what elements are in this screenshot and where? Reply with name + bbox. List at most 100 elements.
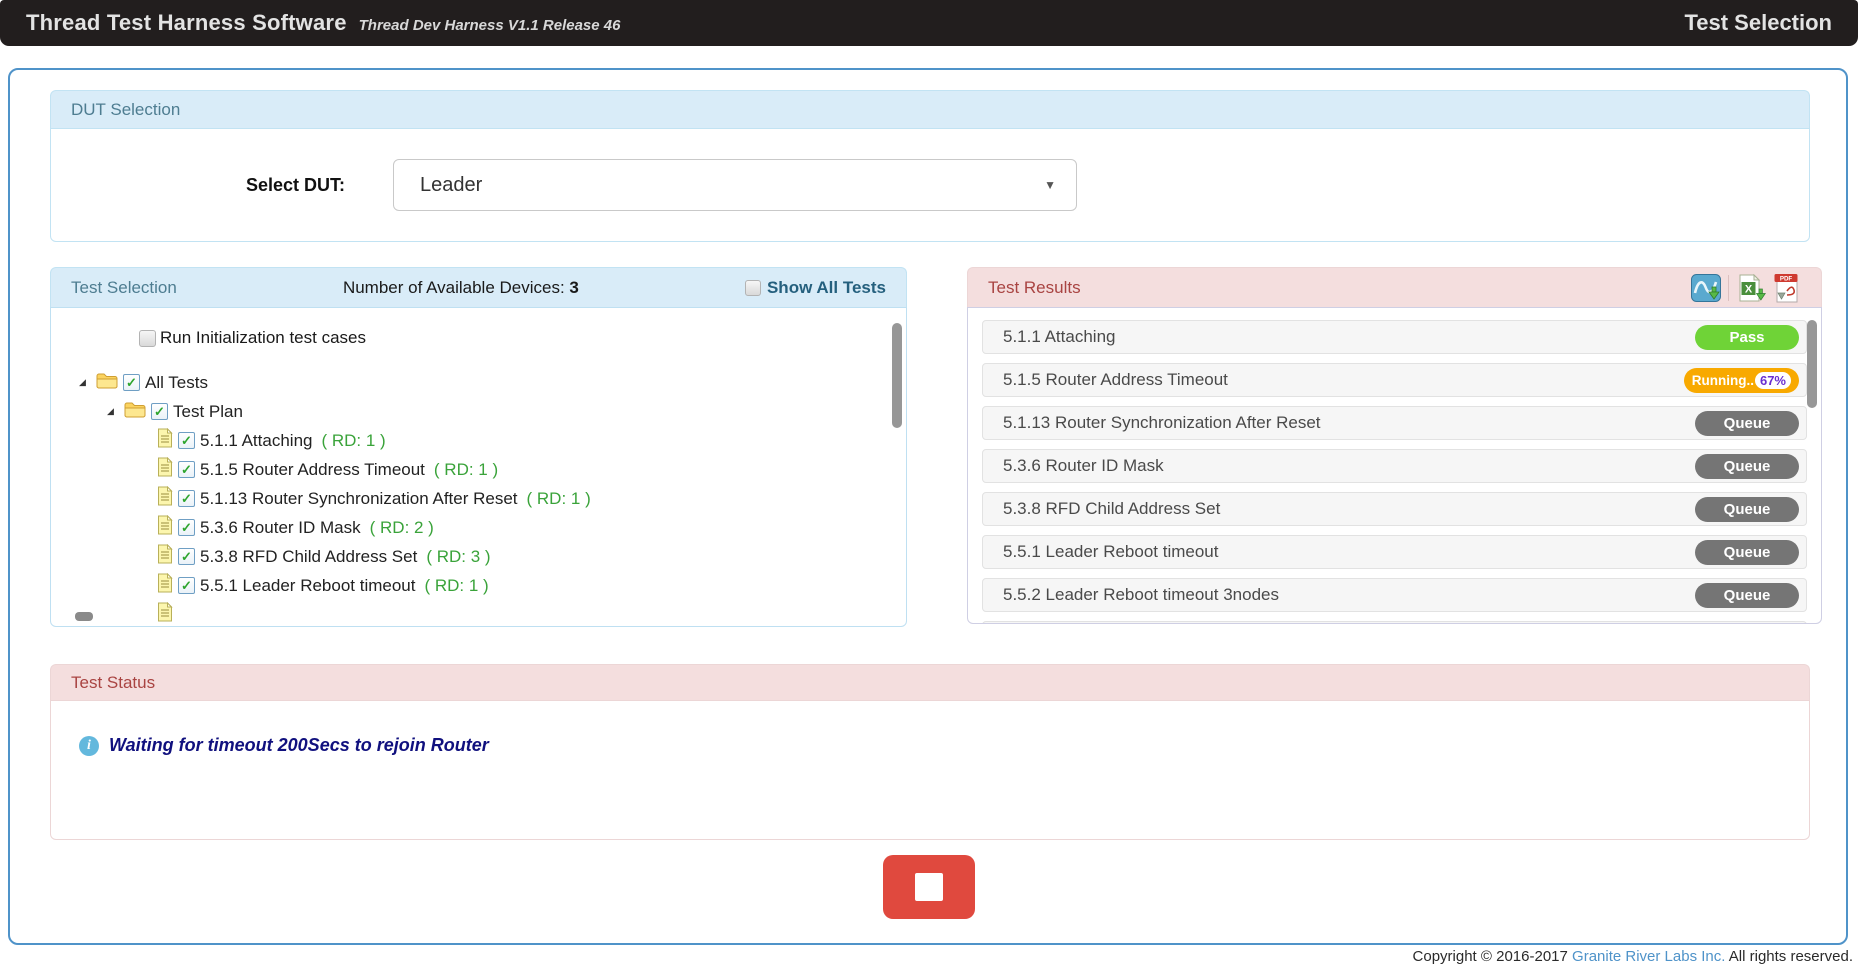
footer-copyright: Copyright © 2016-2017 Granite River Labs… xyxy=(1413,948,1853,965)
status-message-row: i Waiting for timeout 200Secs to rejoin … xyxy=(79,735,1809,756)
test-plan-checkbox[interactable]: ✓ xyxy=(151,403,168,420)
available-devices-label: Number of Available Devices: 3 xyxy=(177,278,745,298)
test-results-body: 5.1.1 Attaching Pass 5.1.5 Router Addres… xyxy=(967,307,1822,624)
select-dut-label: Select DUT: xyxy=(246,175,345,196)
status-badge: Queue xyxy=(1695,454,1799,479)
test-tree: ◢ ✓ All Tests ◢ ✓ Test Plan xyxy=(51,368,906,627)
test-result-row[interactable]: Queue xyxy=(982,621,1807,624)
tree-test-item[interactable]: ✓ 5.5.1 Leader Reboot timeout ( RD: 1 ) xyxy=(51,571,906,600)
excel-export-icon[interactable]: X xyxy=(1736,274,1766,302)
show-all-tests-checkbox[interactable] xyxy=(745,280,761,296)
document-icon xyxy=(157,457,173,482)
status-badge-label: Queue xyxy=(1724,501,1771,518)
status-badge-label: Queue xyxy=(1724,544,1771,561)
run-initialization-row[interactable]: Run Initialization test cases xyxy=(139,328,906,348)
test-rd-count: ( RD: 1 ) xyxy=(424,576,488,596)
status-badge: Pass xyxy=(1695,325,1799,350)
status-badge-label: Queue xyxy=(1724,415,1771,432)
test-result-row[interactable]: 5.1.5 Router Address Timeout Running.. 6… xyxy=(982,363,1807,397)
test-checkbox[interactable]: ✓ xyxy=(178,519,195,536)
test-status-body: i Waiting for timeout 200Secs to rejoin … xyxy=(50,700,1810,840)
toolbar-divider xyxy=(1728,275,1729,301)
result-test-name: 5.1.13 Router Synchronization After Rese… xyxy=(1003,413,1321,433)
status-badge-label: Running.. xyxy=(1692,373,1754,388)
status-badge-label: Queue xyxy=(1724,458,1771,475)
wireshark-graph-export-icon[interactable] xyxy=(1691,274,1721,302)
test-result-row[interactable]: 5.3.8 RFD Child Address Set Queue xyxy=(982,492,1807,526)
show-all-tests-label: Show All Tests xyxy=(767,278,886,298)
test-results-header: Test Results X xyxy=(967,267,1822,307)
tree-test-item[interactable]: ✓ 5.3.6 Router ID Mask ( RD: 2 ) xyxy=(51,513,906,542)
pdf-export-icon[interactable]: PDF xyxy=(1773,273,1801,303)
export-toolbar: X PDF xyxy=(1691,273,1801,303)
document-icon xyxy=(157,486,173,511)
status-badge: Queue xyxy=(1695,583,1799,608)
test-checkbox[interactable]: ✓ xyxy=(178,461,195,478)
stop-icon xyxy=(915,873,943,901)
vertical-scrollbar-thumb[interactable] xyxy=(892,323,902,428)
tree-node-label: Test Plan xyxy=(173,402,243,422)
tree-test-item[interactable]: ✓ 5.1.5 Router Address Timeout ( RD: 1 ) xyxy=(51,455,906,484)
current-page-title: Test Selection xyxy=(1684,10,1832,36)
vertical-scrollbar-thumb[interactable] xyxy=(1807,320,1817,408)
test-selection-panel: Test Selection Number of Available Devic… xyxy=(50,267,907,627)
document-icon xyxy=(157,428,173,453)
svg-text:PDF: PDF xyxy=(1780,275,1793,282)
test-checkbox[interactable]: ✓ xyxy=(178,548,195,565)
app-title: Thread Test Harness Software xyxy=(26,10,347,36)
test-rd-count: ( RD: 1 ) xyxy=(321,431,385,451)
test-name: 5.1.13 Router Synchronization After Rese… xyxy=(200,489,518,509)
tree-expand-caret-icon[interactable]: ◢ xyxy=(107,406,119,417)
horizontal-scrollbar-thumb[interactable] xyxy=(75,612,93,621)
test-result-row[interactable]: 5.5.2 Leader Reboot timeout 3nodes Queue xyxy=(982,578,1807,612)
document-icon xyxy=(157,515,173,540)
tree-test-item[interactable]: ✓ xyxy=(51,600,906,627)
test-result-row[interactable]: 5.3.6 Router ID Mask Queue xyxy=(982,449,1807,483)
test-result-row[interactable]: 5.1.1 Attaching Pass xyxy=(982,320,1807,354)
tree-node-label: All Tests xyxy=(145,373,208,393)
test-results-list: 5.1.1 Attaching Pass 5.1.5 Router Addres… xyxy=(982,320,1807,624)
tree-test-item[interactable]: ✓ 5.3.8 RFD Child Address Set ( RD: 3 ) xyxy=(51,542,906,571)
test-checkbox[interactable]: ✓ xyxy=(178,490,195,507)
status-badge: Queue xyxy=(1695,411,1799,436)
tree-node-test-plan[interactable]: ◢ ✓ Test Plan xyxy=(51,397,906,426)
test-name: 5.5.1 Leader Reboot timeout xyxy=(200,576,415,596)
test-checkbox[interactable]: ✓ xyxy=(178,577,195,594)
tree-node-all-tests[interactable]: ◢ ✓ All Tests xyxy=(51,368,906,397)
run-initialization-label: Run Initialization test cases xyxy=(160,328,366,348)
test-name: 5.3.8 RFD Child Address Set xyxy=(200,547,417,567)
test-result-row[interactable]: 5.5.1 Leader Reboot timeout Queue xyxy=(982,535,1807,569)
test-results-title: Test Results xyxy=(988,278,1081,298)
test-result-row[interactable]: 5.1.13 Router Synchronization After Rese… xyxy=(982,406,1807,440)
result-test-name: 5.3.6 Router ID Mask xyxy=(1003,456,1164,476)
test-name: 5.1.1 Attaching xyxy=(200,431,312,451)
test-selection-body: Run Initialization test cases ◢ ✓ All Te… xyxy=(50,307,907,627)
test-checkbox[interactable]: ✓ xyxy=(178,432,195,449)
result-test-name: 5.5.1 Leader Reboot timeout xyxy=(1003,542,1218,562)
result-test-name: 5.1.1 Attaching xyxy=(1003,327,1115,347)
granite-river-labs-link[interactable]: Granite River Labs Inc. xyxy=(1572,948,1725,965)
show-all-tests-toggle[interactable]: Show All Tests xyxy=(745,278,886,298)
folder-icon xyxy=(96,372,118,394)
test-status-header: Test Status xyxy=(50,664,1810,700)
dut-panel-body: Select DUT: Leader ▼ xyxy=(50,128,1810,242)
available-devices-count: 3 xyxy=(569,278,578,297)
stop-test-button[interactable] xyxy=(883,855,975,919)
all-tests-checkbox[interactable]: ✓ xyxy=(123,374,140,391)
test-selection-title: Test Selection xyxy=(71,278,177,298)
status-message: Waiting for timeout 200Secs to rejoin Ro… xyxy=(109,735,489,756)
tree-test-item[interactable]: ✓ 5.1.1 Attaching ( RD: 1 ) xyxy=(51,426,906,455)
info-icon: i xyxy=(79,736,99,756)
test-status-panel: Test Status i Waiting for timeout 200Sec… xyxy=(50,664,1810,840)
tree-test-list: ✓ 5.1.1 Attaching ( RD: 1 ) ✓ 5.1.5 Rout… xyxy=(51,426,906,627)
tree-expand-caret-icon[interactable]: ◢ xyxy=(79,377,91,388)
status-badge: Queue xyxy=(1695,497,1799,522)
main-container: DUT Selection Select DUT: Leader ▼ Test … xyxy=(8,68,1848,945)
run-initialization-checkbox[interactable] xyxy=(139,330,156,347)
tree-test-item[interactable]: ✓ 5.1.13 Router Synchronization After Re… xyxy=(51,484,906,513)
dut-panel-title: DUT Selection xyxy=(71,100,180,120)
dut-select-dropdown[interactable]: Leader ▼ xyxy=(393,159,1077,211)
dut-selected-value: Leader xyxy=(420,174,482,197)
status-badge: Queue xyxy=(1695,540,1799,565)
status-badge-label: Queue xyxy=(1724,587,1771,604)
